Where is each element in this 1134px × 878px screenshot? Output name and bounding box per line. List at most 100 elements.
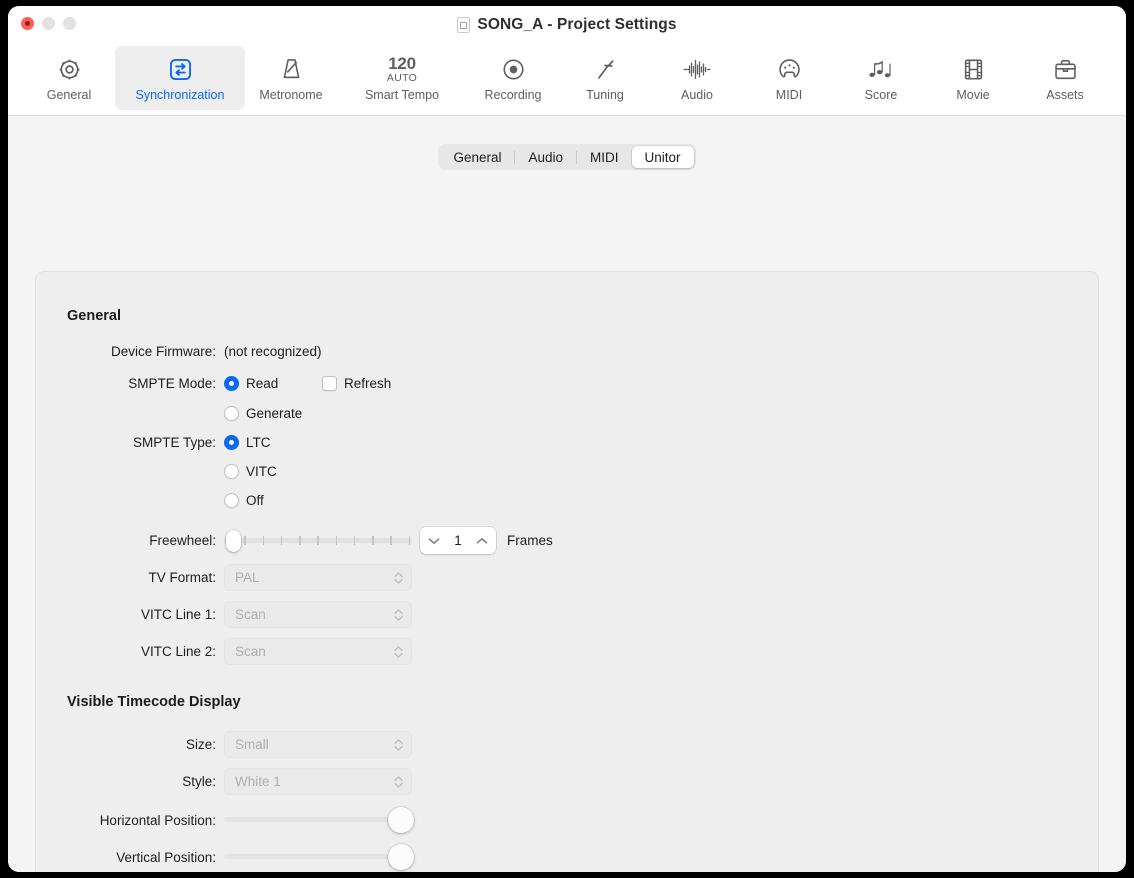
chevron-up-icon[interactable] [476,537,488,545]
toolbar-label: Movie [956,88,989,102]
toolbar-label: Synchronization [136,88,225,102]
toolbar-item-assets[interactable]: Assets [1019,46,1111,110]
radio-smpte-mode-generate[interactable]: Generate [224,406,302,421]
freewheel-stepper[interactable]: 1 [420,527,496,554]
freewheel-value: 1 [454,533,462,548]
vertical-position-label: Vertical Position: [36,850,224,865]
sync-arrows-icon [167,55,194,85]
vitc-line-1-popup[interactable]: Scan [224,601,412,628]
checkbox-label: Refresh [344,376,391,391]
tab-general[interactable]: General [440,146,514,168]
radio-smpte-mode-read[interactable]: Read [224,376,322,391]
spacer-label [36,406,224,421]
row-vitc-line-1: VITC Line 1: Scan [36,601,412,628]
toolbar-label: Metronome [259,88,322,102]
toolbar-item-metronome[interactable]: Metronome [245,46,337,110]
tempo-mode: AUTO [387,73,417,84]
vitc-line-2-value: Scan [235,644,266,659]
chevron-down-icon[interactable] [428,537,440,545]
window-title: SONG_A - Project Settings [477,16,676,34]
radio-label: VITC [246,464,277,479]
settings-body: General Audio MIDI Unitor General Device… [8,116,1126,872]
row-tv-format: TV Format: PAL [36,564,412,591]
style-popup[interactable]: White 1 [224,768,412,795]
toolbar-item-synchronization[interactable]: Synchronization [115,46,245,110]
slider-knob[interactable] [226,530,241,552]
slider-knob[interactable] [388,844,414,870]
window-title-group: SONG_A - Project Settings [8,6,1126,44]
toolbar-item-movie[interactable]: Movie [927,46,1019,110]
radio-label: Read [246,376,278,391]
row-smpte-mode: SMPTE Mode: Read Refresh [36,376,391,391]
row-smpte-type: SMPTE Type: LTC [36,435,271,450]
slider-knob[interactable] [388,807,414,833]
vitc-line-1-label: VITC Line 1: [36,607,224,622]
row-vertical-position: Vertical Position: [36,844,414,870]
radio-label: Generate [246,406,302,421]
slider-track [224,817,414,822]
size-value: Small [235,737,269,752]
tab-midi[interactable]: MIDI [577,146,632,168]
freewheel-label: Freewheel: [36,533,224,548]
freewheel-unit-label: Frames [507,533,553,548]
radio-smpte-type-vitc[interactable]: VITC [224,464,277,479]
updown-chevron-icon [393,607,404,623]
vertical-position-slider[interactable] [224,844,414,870]
checkbox-refresh[interactable]: Refresh [322,376,391,391]
row-smpte-mode-generate: Generate [36,406,302,421]
music-notes-icon [867,55,895,85]
film-strip-icon [960,55,987,85]
waveform-icon [682,55,712,85]
slider-track [224,854,414,859]
toolbar-label: Smart Tempo [365,88,439,102]
toolbar-item-audio[interactable]: Audio [651,46,743,110]
radio-label: Off [246,493,264,508]
radio-smpte-type-ltc[interactable]: LTC [224,435,271,450]
toolbar-item-score[interactable]: Score [835,46,927,110]
vitc-line-2-popup[interactable]: Scan [224,638,412,665]
toolbar-item-smart-tempo[interactable]: 120 AUTO Smart Tempo [337,46,467,110]
tv-format-value: PAL [235,570,260,585]
toolbar-item-midi[interactable]: MIDI [743,46,835,110]
horizontal-position-slider[interactable] [224,807,414,833]
vitc-line-1-value: Scan [235,607,266,622]
radio-indicator [224,406,239,421]
spacer-label [36,493,224,508]
gear-icon [56,55,83,85]
toolbar-label: Recording [485,88,542,102]
freewheel-slider[interactable] [224,529,412,553]
tempo-120-auto-icon: 120 AUTO [387,55,417,85]
size-popup[interactable]: Small [224,731,412,758]
style-value: White 1 [235,774,281,789]
tv-format-popup[interactable]: PAL [224,564,412,591]
spacer-label [36,464,224,479]
toolbar-label: Tuning [586,88,624,102]
timecode-section-heading: Visible Timecode Display [67,694,241,710]
updown-chevron-icon [393,644,404,660]
row-smpte-type-vitc: VITC [36,464,277,479]
sync-tab-bar: General Audio MIDI Unitor [438,144,695,170]
toolbar-label: General [47,88,91,102]
smpte-mode-label: SMPTE Mode: [36,376,224,391]
row-vitc-line-2: VITC Line 2: Scan [36,638,412,665]
toolbar-item-recording[interactable]: Recording [467,46,559,110]
horizontal-position-label: Horizontal Position: [36,813,224,828]
toolbar-item-tuning[interactable]: Tuning [559,46,651,110]
device-firmware-value: (not recognized) [224,344,322,359]
vitc-line-2-label: VITC Line 2: [36,644,224,659]
updown-chevron-icon [393,774,404,790]
tuning-fork-icon [592,55,619,85]
toolbar-item-general[interactable]: General [23,46,115,110]
row-style: Style: White 1 [36,768,412,795]
slider-ticks [226,536,410,545]
tab-unitor[interactable]: Unitor [632,146,694,168]
document-icon [457,17,470,33]
smpte-type-label: SMPTE Type: [36,435,224,450]
briefcase-icon [1052,55,1079,85]
tab-audio[interactable]: Audio [515,146,576,168]
row-smpte-type-off: Off [36,493,264,508]
unitor-settings-panel: General Device Firmware: (not recognized… [35,271,1099,872]
record-circle-icon [500,55,527,85]
radio-label: LTC [246,435,271,450]
radio-smpte-type-off[interactable]: Off [224,493,264,508]
